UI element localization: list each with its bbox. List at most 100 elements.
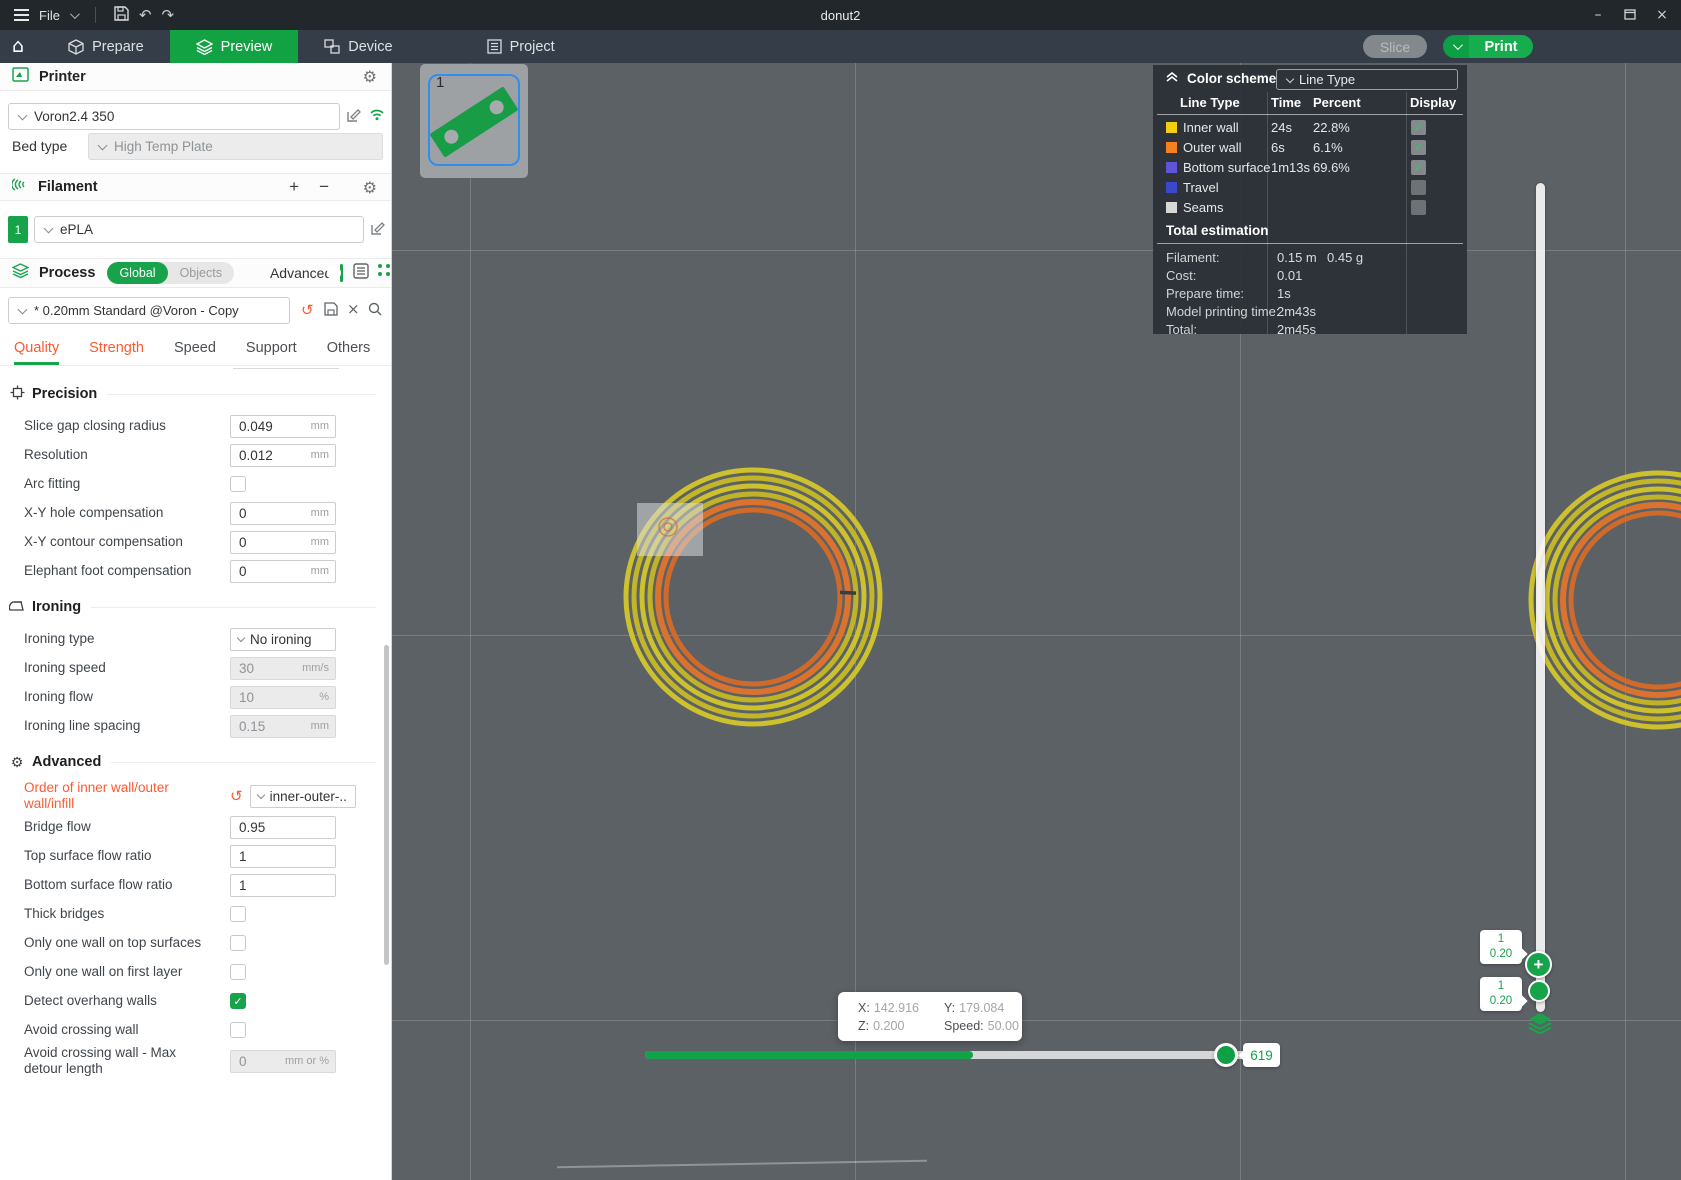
select-ironing-type[interactable]: No ironing [230,627,336,651]
advanced-toggle[interactable] [327,264,343,282]
reset-setting-icon[interactable]: ↺ [230,788,243,804]
process-tab-strength[interactable]: Strength [89,340,144,365]
display-checkbox[interactable] [1411,180,1426,195]
checkbox-avoid-crossing-wall[interactable] [230,1022,246,1038]
input-ironing-flow[interactable]: 10% [230,685,336,709]
layer-slider-lower-handle[interactable] [1528,980,1550,1002]
input-ironing-speed[interactable]: 30 mm/s [230,656,336,680]
checkbox-thick-bridges[interactable] [230,906,246,922]
maximize-button[interactable] [1621,7,1639,23]
process-tab-quality[interactable]: Quality [14,340,60,365]
input-resolution[interactable]: 0.012 mm [230,443,336,467]
reset-preset-icon[interactable]: ↺ [301,301,314,319]
checkbox-detect-overhang-walls[interactable]: ✓ [230,993,246,1009]
select-order-of-inner-wall-outer-wall-infill[interactable]: inner-outer-... [249,784,356,808]
close-button[interactable]: × [1653,7,1671,23]
input-x-y-hole-compensation[interactable]: 0 mm [230,501,336,525]
field-unit: mm [310,565,329,577]
printer-section-title: Printer [39,68,86,85]
3d-viewport[interactable]: 1 Color scheme Line Type Line Type Time … [392,63,1681,1180]
delete-preset-icon[interactable]: × [347,300,360,318]
color-scheme-selector[interactable]: Line Type [1276,69,1458,90]
input-bottom-surface-flow-ratio[interactable]: 1 [230,873,336,897]
collapse-panel-icon[interactable] [1165,71,1179,86]
process-layers-icon [11,263,30,283]
checkbox-arc-fitting[interactable] [230,476,246,492]
setting-row-ironing-speed: Ironing speed 30 mm/s [0,654,384,682]
scope-objects-button[interactable]: Objects [168,266,234,280]
slice-button[interactable]: Slice [1363,35,1427,58]
setting-row-detect-overhang-walls: Detect overhang walls ✓ [0,987,384,1015]
process-tab-others[interactable]: Others [327,340,371,365]
color-scheme-panel: Color scheme Line Type Line Type Time Pe… [1153,65,1467,337]
setting-row-ironing-flow: Ironing flow 10% [0,683,384,711]
objects-param-icon[interactable] [377,263,391,284]
plate-thumbnail[interactable]: 1 [420,64,528,178]
display-checkbox[interactable]: ✓ [1411,140,1426,155]
display-checkbox[interactable]: ✓ [1411,120,1426,135]
menu-icon[interactable] [14,6,29,24]
process-tab-support[interactable]: Support [246,340,297,365]
input-avoid-crossing-wall-max-detour-length[interactable]: 0 mm or % [230,1049,336,1073]
estimation-value: 2m45s [1277,322,1317,337]
redo-icon[interactable]: ↷ [162,7,175,23]
home-button[interactable]: ⌂ [12,37,24,56]
input-top-surface-flow-ratio[interactable]: 1 [230,844,336,868]
settings-scroll-area[interactable]: Precision Slice gap closing radius 0.049 mm… [0,366,384,1180]
add-filament-button[interactable]: + [289,177,299,197]
process-preset-select[interactable]: * 0.20mm Standard @Voron - Copy [8,297,290,324]
move-slider-track[interactable]: 619 [645,1043,1280,1067]
field-value: 0 [239,563,247,579]
checkbox-only-one-wall-on-first-layer[interactable] [230,964,246,980]
move-slider-handle[interactable] [1214,1043,1238,1067]
filament-slot-badge[interactable]: 1 [8,216,28,243]
bed-type-select[interactable]: High Temp Plate [88,133,383,160]
print-button[interactable]: Print [1469,35,1533,58]
printer-preset-select[interactable]: Voron2.4 350 [8,103,340,130]
tab-project[interactable]: Project [461,30,581,63]
display-checkbox[interactable]: ✓ [1411,160,1426,175]
print-options-dropdown[interactable] [1443,35,1469,58]
edit-printer-icon[interactable] [346,108,361,128]
setting-label: Ironing speed [24,660,106,675]
minimize-button[interactable]: – [1589,7,1607,23]
scope-global-button[interactable]: Global [107,262,168,284]
input-bridge-flow[interactable]: 0.95 [230,815,336,839]
process-tab-speed[interactable]: Speed [174,340,216,365]
display-checkbox[interactable] [1411,200,1426,215]
input-slice-gap-closing-radius[interactable]: 0.049 mm [230,414,336,438]
color-scheme-title: Color scheme [1187,71,1277,86]
save-icon[interactable] [114,6,129,24]
layers-icon[interactable] [1528,1012,1552,1039]
filament-settings-gear-icon[interactable]: ⚙ [363,178,377,197]
tab-device[interactable]: Device [298,30,418,63]
input-elephant-foot-compensation[interactable]: 0 mm [230,559,336,583]
printer-settings-gear-icon[interactable]: ⚙ [363,67,377,86]
estimation-value-2: 0.45 g [1327,250,1364,265]
input-ironing-line-spacing[interactable]: 0.15 mm [230,714,336,738]
estimation-value: 1s [1277,286,1291,301]
wifi-connect-icon[interactable] [369,107,385,126]
input-x-y-contour-compensation[interactable]: 0 mm [230,530,336,554]
save-preset-icon[interactable] [324,302,338,321]
layer-slider-track[interactable] [1536,183,1545,1012]
field-unit: mm [310,536,329,548]
estimation-value: 0.15 m [1277,250,1317,265]
undo-icon[interactable]: ↶ [139,7,152,23]
file-menu[interactable]: File [39,8,60,23]
edit-filament-icon[interactable] [370,221,385,241]
chevron-down-icon[interactable] [69,8,80,19]
remove-filament-button[interactable]: − [319,177,329,197]
filament-preset-select[interactable]: ePLA [34,216,364,243]
checkbox-only-one-wall-on-top-surfaces[interactable] [230,935,246,951]
tab-preview[interactable]: Preview [169,30,299,63]
parameter-list-icon[interactable] [353,262,369,284]
layer-slider-upper-handle[interactable]: + [1525,951,1552,978]
sidebar-scrollbar[interactable] [384,645,389,965]
estimation-label: Cost: [1166,268,1197,283]
field-value: No ironing [250,631,312,647]
field-unit: mm [310,507,329,519]
estimation-row-cost: Cost: 0.01 [1153,267,1467,285]
search-icon[interactable] [368,302,382,321]
tab-prepare[interactable]: Prepare [42,30,170,63]
